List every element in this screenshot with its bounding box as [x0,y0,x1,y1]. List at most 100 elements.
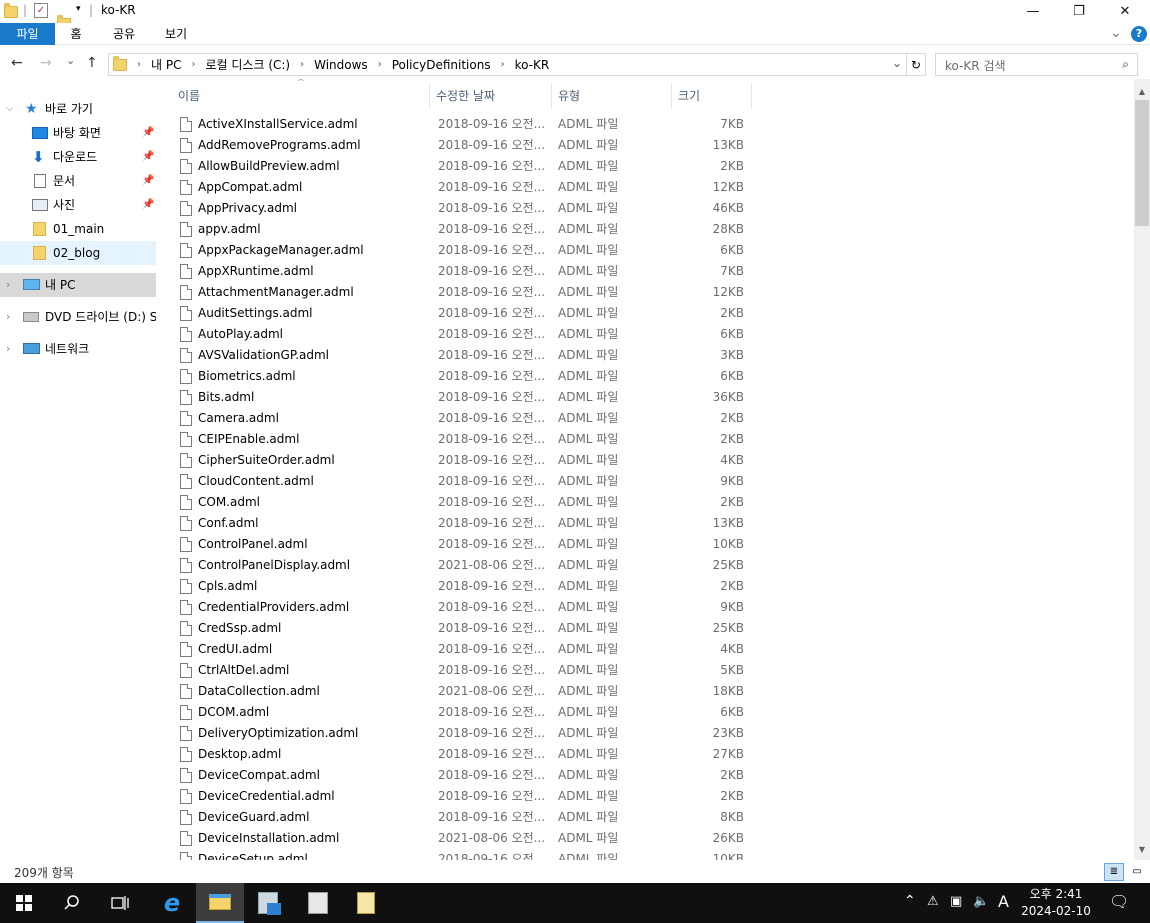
file-row[interactable]: AuditSettings.adml 2018-09-16 오전... ADML 파… [158,303,1134,324]
file-row[interactable]: DCOM.adml 2018-09-16 오전... ADML 파일 6KB [158,702,1134,723]
pin-icon[interactable]: 📌 [142,145,154,169]
column-name[interactable]: 이름 [172,83,430,109]
quick-access-dropdown-icon[interactable]: ▾ [76,4,81,14]
file-row[interactable]: Biometrics.adml 2018-09-16 오전... ADML 파일 6K… [158,366,1134,387]
file-row[interactable]: DeviceInstallation.adml 2021-08-06 오전... A… [158,828,1134,849]
ime-indicator[interactable]: A [998,892,1009,911]
nav-quick-access[interactable]: ⌵ ★ 바로 가기 [0,97,156,121]
file-row[interactable]: ControlPanel.adml 2018-09-16 오전... ADML 파일… [158,534,1134,555]
nav-item-downloads[interactable]: ⬇ 다운로드 📌 [0,145,156,169]
file-row[interactable]: CredUI.adml 2018-09-16 오전... ADML 파일 4KB [158,639,1134,660]
file-row[interactable]: ActiveXInstallService.adml 2018-09-16 오전.… [158,114,1134,135]
help-icon[interactable]: ? [1131,26,1147,42]
refresh-button[interactable]: ↻ [906,53,926,76]
forward-button[interactable]: → [40,55,52,71]
file-row[interactable]: DataCollection.adml 2021-08-06 오전... ADML … [158,681,1134,702]
file-row[interactable]: COM.adml 2018-09-16 오전... ADML 파일 2KB [158,492,1134,513]
up-button[interactable]: ↑ [86,55,98,71]
search-button[interactable] [48,883,96,923]
clock[interactable]: 오후 2:41 2024-02-10 [1016,886,1096,920]
file-row[interactable]: DeviceGuard.adml 2018-09-16 오전... ADML 파일 8… [158,807,1134,828]
nav-network[interactable]: › 네트워크 [0,337,156,361]
nav-item-pictures[interactable]: 사진 📌 [0,193,156,217]
minimize-button[interactable]: — [1010,0,1056,22]
action-center-icon[interactable]: 🗨 [1109,892,1129,911]
file-row[interactable]: AppXRuntime.adml 2018-09-16 오전... ADML 파일 7… [158,261,1134,282]
file-row[interactable]: ControlPanelDisplay.adml 2021-08-06 오전...… [158,555,1134,576]
nav-item-desktop[interactable]: 바탕 화면 📌 [0,121,156,145]
file-row[interactable]: AttachmentManager.adml 2018-09-16 오전... AD… [158,282,1134,303]
notepad-button[interactable] [294,883,342,923]
breadcrumb-policydefinitions[interactable]: PolicyDefinitions [392,58,491,72]
properties-icon[interactable]: ✓ [34,3,48,18]
file-row[interactable]: AppCompat.adml 2018-09-16 오전... ADML 파일 12K… [158,177,1134,198]
search-input[interactable]: ko-KR 검색 ⌕ [935,53,1138,76]
search-icon[interactable]: ⌕ [1122,57,1129,72]
address-dropdown-icon[interactable]: ⌄ [892,56,902,70]
chevron-right-icon[interactable]: › [6,337,10,361]
tab-view[interactable]: 보기 [156,23,196,45]
breadcrumb-local-disk[interactable]: 로컬 디스크 (C:) [205,56,290,73]
ribbon-expand-icon[interactable]: ⌄ [1110,25,1122,41]
nav-dvd-drive[interactable]: › DVD 드라이브 (D:) S [0,305,156,329]
chevron-down-icon[interactable]: ⌵ [6,97,14,121]
file-row[interactable]: CipherSuiteOrder.adml 2018-09-16 오전... ADM… [158,450,1134,471]
file-row[interactable]: CtrlAltDel.adml 2018-09-16 오전... ADML 파일 5K… [158,660,1134,681]
notification-warning-icon[interactable]: ⚠ [927,894,939,909]
breadcrumb-separator[interactable]: › [378,59,382,70]
column-size[interactable]: 크기 [672,83,752,109]
breadcrumb-this-pc[interactable]: 내 PC [151,56,181,73]
file-row[interactable]: DeliveryOptimization.adml 2018-09-16 오전..… [158,723,1134,744]
details-view-button[interactable]: ≣ [1104,863,1124,881]
file-row[interactable]: DeviceCredential.adml 2018-09-16 오전... ADM… [158,786,1134,807]
recent-locations-button[interactable]: ⌄ [66,54,75,67]
nav-this-pc[interactable]: › 내 PC [0,273,156,297]
document-app-button[interactable] [342,883,390,923]
file-row[interactable]: AddRemovePrograms.adml 2018-09-16 오전... AD… [158,135,1134,156]
file-row[interactable]: Bits.adml 2018-09-16 오전... ADML 파일 36KB [158,387,1134,408]
pin-icon[interactable]: 📌 [142,169,154,193]
show-hidden-icons-button[interactable]: ⌃ [904,893,916,909]
file-row[interactable]: CredSsp.adml 2018-09-16 오전... ADML 파일 25KB [158,618,1134,639]
nav-item-documents[interactable]: 문서 📌 [0,169,156,193]
start-button[interactable] [0,883,48,923]
file-explorer-button[interactable] [196,883,244,923]
network-status-icon[interactable]: ▣ [950,894,962,909]
chevron-right-icon[interactable]: › [6,273,10,297]
file-row[interactable]: AVSValidationGP.adml 2018-09-16 오전... ADML… [158,345,1134,366]
tab-file[interactable]: 파일 [0,23,55,45]
scroll-up-button[interactable]: ▲ [1134,83,1150,100]
file-row[interactable]: CredentialProviders.adml 2018-09-16 오전...… [158,597,1134,618]
large-icons-view-button[interactable]: ▭ [1127,863,1147,881]
pin-icon[interactable]: 📌 [142,193,154,217]
nav-item-02-blog[interactable]: 02_blog [0,241,156,265]
back-button[interactable]: ← [11,55,23,71]
tab-home[interactable]: 홈 [58,23,94,45]
chevron-right-icon[interactable]: › [6,305,10,329]
file-row[interactable]: AutoPlay.adml 2018-09-16 오전... ADML 파일 6KB [158,324,1134,345]
column-date-modified[interactable]: 수정한 날짜 [430,83,552,109]
restore-button[interactable]: ❐ [1056,0,1102,22]
vertical-scrollbar[interactable]: ▲ ▼ [1134,79,1150,860]
breadcrumb-windows[interactable]: Windows [314,58,368,72]
file-row[interactable]: AppPrivacy.adml 2018-09-16 오전... ADML 파일 46… [158,198,1134,219]
scroll-thumb[interactable] [1135,100,1149,226]
volume-muted-icon[interactable]: 🔈 [973,894,989,909]
file-row[interactable]: Camera.adml 2018-09-16 오전... ADML 파일 2KB [158,408,1134,429]
file-row[interactable]: AppxPackageManager.adml 2018-09-16 오전... A… [158,240,1134,261]
server-manager-button[interactable] [244,883,292,923]
breadcrumb-separator[interactable]: › [501,59,505,70]
task-view-button[interactable] [96,883,144,923]
file-row[interactable]: Cpls.adml 2018-09-16 오전... ADML 파일 2KB [158,576,1134,597]
file-row[interactable]: Desktop.adml 2018-09-16 오전... ADML 파일 27KB [158,744,1134,765]
pin-icon[interactable]: 📌 [142,121,154,145]
column-type[interactable]: 유형 [552,83,672,109]
nav-item-01-main[interactable]: 01_main [0,217,156,241]
file-row[interactable]: CEIPEnable.adml 2018-09-16 오전... ADML 파일 2K… [158,429,1134,450]
file-row[interactable]: Conf.adml 2018-09-16 오전... ADML 파일 13KB [158,513,1134,534]
scroll-down-button[interactable]: ▼ [1134,841,1150,858]
file-row[interactable]: AllowBuildPreview.adml 2018-09-16 오전... AD… [158,156,1134,177]
file-row[interactable]: DeviceCompat.adml 2018-09-16 오전... ADML 파일… [158,765,1134,786]
breadcrumb-separator[interactable]: › [300,59,304,70]
file-row[interactable]: CloudContent.adml 2018-09-16 오전... ADML 파일… [158,471,1134,492]
